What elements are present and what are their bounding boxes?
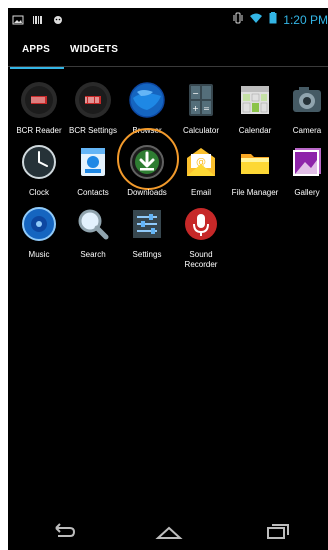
app-label: Contacts: [77, 188, 109, 197]
recent-apps-button[interactable]: [262, 522, 292, 542]
camera-icon: [287, 80, 327, 120]
tab-widgets[interactable]: WIDGETS: [70, 44, 118, 55]
app-music[interactable]: Music: [12, 204, 66, 260]
navigation-bar: [8, 516, 328, 550]
svg-text:+: +: [192, 104, 199, 113]
app-label: BCR Settings: [68, 126, 118, 135]
android-notification-icon: [52, 13, 64, 25]
app-sound-recorder[interactable]: Sound Recorder: [174, 204, 228, 270]
app-label: BCR Reader: [16, 126, 62, 135]
app-downloads[interactable]: Downloads: [120, 142, 174, 198]
app-label: Search: [80, 250, 106, 259]
wifi-icon: [249, 12, 263, 27]
app-label: Calculator: [182, 126, 219, 135]
tab-apps[interactable]: APPS: [22, 44, 50, 55]
app-label: Music: [28, 250, 50, 259]
app-email[interactable]: @ Email: [174, 142, 228, 198]
back-button[interactable]: [48, 522, 78, 542]
music-icon: [19, 204, 59, 244]
app-gallery[interactable]: Gallery: [280, 142, 328, 198]
download-icon: [127, 142, 167, 182]
bcr-reader-icon: [19, 80, 59, 120]
folder-icon: [235, 142, 275, 182]
app-label: Calendar: [238, 126, 272, 135]
app-label: Sound Recorder: [184, 250, 218, 269]
app-settings[interactable]: Settings: [120, 204, 174, 260]
status-time: 1:20 PM: [283, 12, 328, 27]
search-icon: [73, 204, 113, 244]
tab-divider: [8, 66, 328, 67]
app-label: Clock: [28, 188, 49, 197]
app-label: Email: [190, 188, 211, 197]
app-bcr-settings[interactable]: BCR Settings: [66, 80, 120, 136]
app-bcr-reader[interactable]: BCR Reader: [12, 80, 66, 136]
bcr-settings-icon: [73, 80, 113, 120]
settings-icon: [127, 204, 167, 244]
status-right: 1:20 PM: [233, 12, 328, 27]
app-contacts[interactable]: Contacts: [66, 142, 120, 198]
app-camera[interactable]: Camera: [280, 80, 328, 136]
calendar-icon: [235, 80, 275, 120]
app-label: Downloads: [127, 188, 167, 197]
status-left: [12, 13, 64, 25]
app-label: Camera: [292, 126, 322, 135]
app-clock[interactable]: Clock: [12, 142, 66, 198]
calculator-icon: − + =: [181, 80, 221, 120]
microphone-icon: [181, 204, 221, 244]
gallery-icon: [287, 142, 327, 182]
barcode-icon: [32, 13, 44, 25]
recent-apps-icon: [267, 524, 289, 539]
clock-icon: [19, 142, 59, 182]
contacts-icon: [73, 142, 113, 182]
device-screen: 1:20 PM APPS WIDGETS BCR Reader BCR Sett…: [8, 8, 328, 550]
svg-text:=: =: [203, 104, 210, 113]
app-label: File Manager: [231, 188, 279, 197]
battery-icon: [269, 12, 277, 27]
status-bar: 1:20 PM: [8, 8, 328, 32]
back-icon: [55, 523, 76, 537]
home-icon: [155, 526, 183, 539]
app-calendar[interactable]: Calendar: [228, 80, 282, 136]
app-calculator[interactable]: − + = Calculator: [174, 80, 228, 136]
email-icon: @: [181, 142, 221, 182]
screenshot-icon: [12, 13, 24, 25]
app-file-manager[interactable]: File Manager: [228, 142, 282, 198]
browser-globe-icon: [127, 80, 167, 120]
app-label: Gallery: [294, 188, 320, 197]
vibrate-icon: [233, 12, 243, 27]
svg-text:−: −: [192, 89, 199, 98]
app-label: Settings: [132, 250, 162, 259]
home-button[interactable]: [154, 522, 184, 542]
apps-grid: BCR Reader BCR Settings Browser − + = Ca…: [8, 68, 328, 488]
app-drawer-tabs: APPS WIDGETS: [8, 32, 328, 69]
app-search[interactable]: Search: [66, 204, 120, 260]
